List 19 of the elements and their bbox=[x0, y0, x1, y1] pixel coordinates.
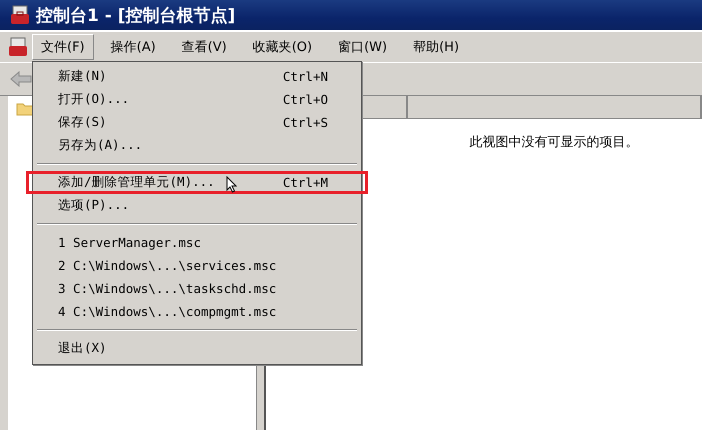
menu-item[interactable]: 添加/删除管理单元(M)... Ctrl+M bbox=[26, 171, 368, 194]
menu-item[interactable]: 收藏夹(O) bbox=[244, 34, 322, 60]
menu-item[interactable]: 打开(O)... Ctrl+O bbox=[35, 88, 359, 111]
menu-item[interactable]: 退出(X) bbox=[35, 337, 359, 360]
menu-item[interactable]: 3 C:\Windows\...\taskschd.msc bbox=[35, 277, 359, 300]
menu-item[interactable]: 帮助(H) bbox=[404, 34, 468, 60]
menu-item[interactable]: 窗口(W) bbox=[329, 34, 396, 60]
menu-item[interactable]: 1 ServerManager.msc bbox=[35, 231, 359, 254]
menu-item[interactable]: 2 C:\Windows\...\services.msc bbox=[35, 254, 359, 277]
menu-item[interactable]: 新建(N) Ctrl+N bbox=[35, 65, 359, 88]
menu-item[interactable]: 操作(A) bbox=[102, 34, 165, 60]
menu-item[interactable]: 选项(P)... bbox=[35, 194, 359, 217]
window-title: 控制台1 - [控制台根节点] bbox=[36, 4, 236, 26]
menu-item[interactable]: 保存(S) Ctrl+S bbox=[35, 111, 359, 134]
empty-message: 此视图中没有可显示的项目。 bbox=[470, 134, 638, 151]
menu-item[interactable]: 另存为(A)... bbox=[35, 134, 359, 157]
menu-item[interactable]: 查看(V) bbox=[172, 34, 236, 60]
menu-item[interactable]: 4 C:\Windows\...\compmgmt.msc bbox=[35, 300, 359, 323]
menu-item[interactable]: 文件(F) bbox=[32, 34, 94, 60]
